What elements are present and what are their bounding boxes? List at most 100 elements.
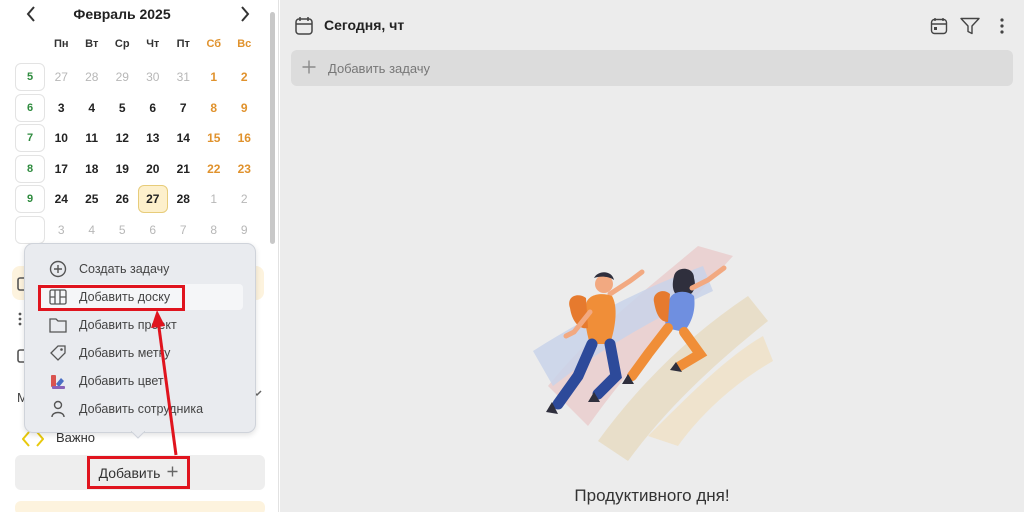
add-button[interactable]: Добавить (15, 455, 265, 490)
calendar-day[interactable]: 9 (229, 216, 260, 244)
calendar-day[interactable]: 6 (138, 94, 169, 122)
main-topbar: Сегодня, чт (280, 0, 1024, 50)
calendar-week-row: 5 27 28 29 30 31 1 2 (15, 62, 260, 93)
calendar-day[interactable]: 5 (107, 216, 138, 244)
weekday-label: Чт (146, 38, 160, 50)
month-title: Февраль 2025 (73, 6, 171, 22)
menu-item-label: Добавить метку (79, 346, 171, 360)
calendar-day[interactable]: 8 (199, 216, 230, 244)
calendar-day[interactable]: 1 (199, 185, 230, 213)
calendar-day[interactable]: 23 (229, 155, 260, 183)
plus-icon (302, 58, 318, 79)
add-button-label: Добавить (98, 464, 161, 481)
calendar-day[interactable]: 12 (107, 124, 138, 152)
calendar-week-row: 8 17 18 19 20 21 22 23 (15, 154, 260, 185)
calendar-day[interactable]: 29 (107, 63, 138, 91)
calendar-day[interactable]: 1 (199, 63, 230, 91)
calendar-day[interactable]: 19 (107, 155, 138, 183)
calendar-day[interactable]: 6 (138, 216, 169, 244)
calendar-day[interactable]: 7 (168, 216, 199, 244)
week-number[interactable]: 7 (15, 124, 45, 153)
calendar-week-row: 3 4 5 6 7 8 9 (15, 215, 260, 246)
menu-item-add-project[interactable]: Добавить проект (39, 312, 243, 338)
calendar-day[interactable]: 17 (46, 155, 77, 183)
weekday-label: Пн (53, 38, 69, 50)
calendar-day[interactable]: 18 (77, 155, 108, 183)
week-number[interactable]: 6 (15, 93, 45, 122)
weekday-label: Сб (206, 38, 222, 50)
calendar-day[interactable]: 26 (107, 185, 138, 213)
folder-icon (47, 314, 69, 336)
calendar-day[interactable]: 28 (168, 185, 199, 213)
plus-circle-icon (47, 258, 69, 280)
calendar-day[interactable]: 10 (46, 124, 77, 152)
calendar-icon[interactable] (928, 15, 950, 37)
calendar-day-today[interactable]: 27 (137, 185, 168, 214)
plus-icon (167, 464, 178, 482)
week-number[interactable]: 9 (15, 185, 45, 214)
calendar-day[interactable]: 14 (168, 124, 199, 152)
calendar-week-row: 6 3 4 5 6 7 8 9 (15, 93, 260, 124)
calendar-day[interactable]: 21 (168, 155, 199, 183)
calendar-day[interactable]: 28 (77, 63, 108, 91)
calendar-day[interactable]: 2 (229, 185, 260, 213)
calendar-grid: 5 27 28 29 30 31 1 2 6 3 4 5 6 7 8 9 7 1… (15, 62, 260, 245)
palette-icon (47, 370, 69, 392)
greeting-text: Продуктивного дня! (574, 486, 730, 505)
menu-item-create-task[interactable]: Создать задачу (39, 256, 243, 282)
calendar-day[interactable]: 7 (168, 94, 199, 122)
calendar-day[interactable]: 30 (138, 63, 169, 91)
add-button-highlight[interactable]: Добавить (87, 456, 190, 489)
app: Февраль 2025 Пн Вт Ср Чт Пт Сб Вс 5 27 2… (0, 0, 1024, 512)
calendar-day[interactable]: 5 (107, 94, 138, 122)
chevron-left-icon[interactable] (20, 3, 42, 25)
filter-icon[interactable] (959, 15, 981, 37)
add-task-input[interactable]: Добавить задачу (291, 50, 1013, 86)
sidebar-scrollbar[interactable] (270, 12, 275, 244)
page-title: Сегодня, чт (324, 17, 405, 33)
calendar-day[interactable]: 3 (46, 94, 77, 122)
weekday-label: Ср (114, 38, 130, 50)
weekday-label: Пт (176, 38, 190, 50)
chevron-right-icon[interactable] (234, 3, 256, 25)
week-number[interactable]: 5 (15, 63, 45, 92)
calendar-day[interactable]: 3 (46, 216, 77, 244)
calendar-week-row: 9 24 25 26 27 28 1 2 (15, 184, 260, 215)
calendar-day[interactable]: 4 (77, 216, 108, 244)
calendar-day[interactable]: 16 (229, 124, 260, 152)
calendar-day[interactable]: 4 (77, 94, 108, 122)
week-number[interactable]: 8 (15, 154, 45, 183)
add-menu-popup: Создать задачу Добавить доску Добавить п… (24, 243, 256, 433)
calendar-day[interactable]: 2 (229, 63, 260, 91)
calendar-day[interactable]: 9 (229, 94, 260, 122)
menu-item-label: Создать задачу (79, 262, 170, 276)
calendar-day[interactable]: 24 (46, 185, 77, 213)
calendar-day[interactable]: 27 (46, 63, 77, 91)
person-icon (47, 398, 69, 420)
weekday-label: Вт (85, 38, 99, 50)
menu-item-label: Добавить проект (79, 318, 177, 332)
sidebar-bottom-item[interactable] (15, 501, 265, 512)
calendar-header: Февраль 2025 (0, 0, 279, 28)
menu-item-add-color[interactable]: Добавить цвет (39, 368, 243, 394)
main-panel: Сегодня, чт Добавить задачу Продуктивног… (280, 0, 1024, 512)
calendar-day[interactable]: 31 (168, 63, 199, 91)
menu-item-add-employee[interactable]: Добавить сотрудника (39, 396, 243, 422)
add-task-placeholder: Добавить задачу (328, 60, 431, 76)
menu-item-label: Добавить сотрудника (79, 402, 204, 416)
calendar-day[interactable]: 25 (77, 185, 108, 213)
calendar-day[interactable]: 15 (199, 124, 230, 152)
weekday-label: Вс (237, 38, 252, 50)
more-vertical-icon[interactable] (991, 15, 1013, 37)
calendar-day[interactable]: 22 (199, 155, 230, 183)
week-number[interactable] (15, 215, 45, 244)
calendar-day[interactable]: 11 (77, 124, 108, 152)
highlight-add-board (38, 285, 185, 311)
productive-day-illustration (533, 246, 773, 461)
calendar-day[interactable]: 20 (138, 155, 169, 183)
menu-item-add-tag[interactable]: Добавить метку (39, 340, 243, 366)
menu-item-label: Добавить цвет (79, 374, 164, 388)
calendar-day[interactable]: 8 (199, 94, 230, 122)
tag-icon (47, 342, 69, 364)
calendar-day[interactable]: 13 (138, 124, 169, 152)
